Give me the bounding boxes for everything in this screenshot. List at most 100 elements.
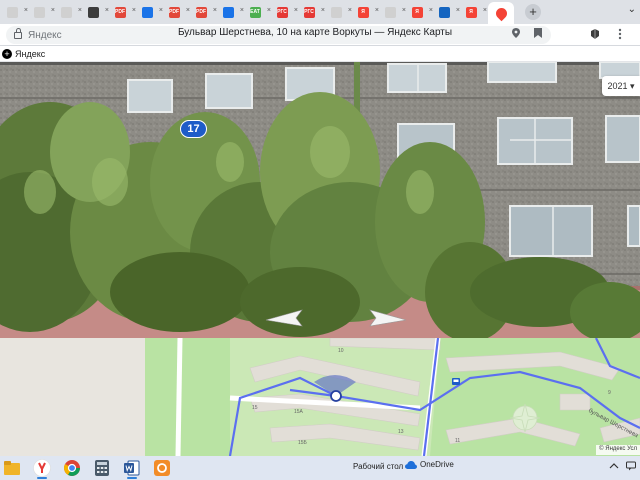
yandex-icon: Я: [357, 6, 369, 18]
browser-tab[interactable]: ×: [137, 3, 163, 21]
onedrive-label: OneDrive: [420, 460, 454, 469]
lock-icon: [14, 27, 22, 39]
map-label-building: 11: [455, 438, 461, 444]
windows-taskbar: Рабочий стол OneDrive: [0, 456, 640, 480]
browser-tab[interactable]: EAT ×: [245, 3, 271, 21]
close-tab-icon[interactable]: ×: [294, 7, 298, 14]
map-copyright[interactable]: © Яндекс Усл: [596, 445, 640, 455]
tab-search-icon[interactable]: ⌄: [628, 4, 636, 15]
file-icon: [87, 6, 99, 18]
browser-tab[interactable]: PDF ×: [110, 3, 136, 21]
close-tab-icon[interactable]: ×: [105, 7, 109, 14]
doc-icon: [330, 6, 342, 18]
system-tray: [609, 461, 636, 471]
mail-icon: [222, 6, 234, 18]
close-tab-icon[interactable]: ×: [159, 7, 163, 14]
maps-pin-icon: [493, 5, 509, 21]
map-label-building: 10: [338, 348, 344, 354]
taskbar-app-yandex-browser[interactable]: [30, 457, 54, 479]
close-tab-icon[interactable]: ×: [375, 7, 379, 14]
yandex-icon: Я: [411, 6, 423, 18]
chat-icon[interactable]: [626, 461, 636, 471]
close-tab-icon[interactable]: ×: [429, 7, 433, 14]
close-tab-icon[interactable]: ×: [132, 7, 136, 14]
close-tab-icon[interactable]: ×: [24, 7, 28, 14]
panorama-position-marker[interactable]: [330, 390, 342, 402]
yandex-browser-icon: [33, 459, 51, 477]
tab-strip: × × × × PDF × × PDF × PDF × × EAT × PГС × PГС × × Я × × Я × × Я × +…: [0, 0, 640, 24]
browser-tab[interactable]: ×: [56, 3, 82, 21]
browser-tab[interactable]: ×: [380, 3, 406, 21]
location-pin-icon[interactable]: [512, 28, 520, 38]
site-name: Яндекс: [28, 29, 62, 41]
browser-tab[interactable]: Я ×: [461, 3, 487, 21]
map-label-building: 15: [252, 405, 258, 411]
browser-tab[interactable]: ×: [326, 3, 352, 21]
doc-icon: [33, 6, 45, 18]
bookmarks-bar: + Яндекс: [0, 46, 640, 62]
browser-tab[interactable]: ×: [29, 3, 55, 21]
browser-tab[interactable]: PГС ×: [299, 3, 325, 21]
close-tab-icon[interactable]: ×: [348, 7, 352, 14]
close-tab-icon[interactable]: ×: [321, 7, 325, 14]
yandex-icon: Я: [465, 6, 477, 18]
chrome-icon: [64, 460, 80, 476]
browser-tab[interactable]: PDF ×: [164, 3, 190, 21]
mini-map[interactable]: 10 15 15А 15Б 13 11 9 бульвар Шерстнева …: [0, 338, 640, 456]
pgs-icon: PГС: [303, 6, 315, 18]
browser-tab[interactable]: [488, 2, 514, 24]
calculator-icon: [95, 460, 109, 476]
add-bookmark-icon[interactable]: +: [2, 48, 12, 59]
close-tab-icon[interactable]: ×: [483, 7, 487, 14]
panorama-image: [0, 62, 640, 338]
new-tab-button[interactable]: +: [525, 4, 541, 20]
menu-icon[interactable]: [614, 28, 626, 40]
browser-tab[interactable]: PГС ×: [272, 3, 298, 21]
close-tab-icon[interactable]: ×: [51, 7, 55, 14]
folder-icon: [4, 461, 20, 475]
map-label-building: 9: [608, 390, 611, 396]
close-tab-icon[interactable]: ×: [456, 7, 460, 14]
cloud-icon: [405, 460, 417, 469]
browser-tab[interactable]: ×: [218, 3, 244, 21]
browser-tab[interactable]: ×: [434, 3, 460, 21]
browser-tab[interactable]: ×: [83, 3, 109, 21]
street-panorama[interactable]: 2021 ▾ 17: [0, 62, 640, 338]
map-canvas: [0, 338, 640, 456]
bookmark-yandex[interactable]: Яндекс: [15, 49, 45, 59]
pdf-icon: PDF: [195, 6, 207, 18]
onedrive-status[interactable]: OneDrive: [405, 460, 454, 469]
map-label-building: 13: [398, 429, 404, 435]
close-tab-icon[interactable]: ×: [240, 7, 244, 14]
map-label-building: 15Б: [298, 440, 307, 446]
close-tab-icon[interactable]: ×: [402, 7, 406, 14]
pdf-icon: PDF: [114, 6, 126, 18]
globe-icon: [438, 6, 450, 18]
taskbar-app-calculator[interactable]: [90, 457, 114, 479]
browser-tab[interactable]: ×: [2, 3, 28, 21]
page-title: Бульвар Шерстнева, 10 на карте Воркуты —…: [177, 27, 453, 38]
browser-tab[interactable]: Я ×: [407, 3, 433, 21]
house-number-badge[interactable]: 17: [180, 120, 207, 138]
browser-tab[interactable]: PDF ×: [191, 3, 217, 21]
close-tab-icon[interactable]: ×: [267, 7, 271, 14]
word-icon: [124, 460, 140, 476]
close-tab-icon[interactable]: ×: [213, 7, 217, 14]
map-label-building: 15А: [294, 409, 303, 415]
taskbar-app-word[interactable]: [120, 457, 144, 479]
mail-icon: [141, 6, 153, 18]
bookmark-icon[interactable]: [534, 28, 542, 38]
panorama-year-select[interactable]: 2021 ▾: [602, 76, 640, 96]
taskbar-desktop-label[interactable]: Рабочий стол: [353, 462, 403, 471]
taskbar-app-explorer[interactable]: [0, 457, 24, 479]
taskbar-app-chrome[interactable]: [60, 457, 84, 479]
extension-icon[interactable]: [589, 28, 601, 40]
taskbar-app-pgs[interactable]: [150, 457, 174, 479]
chevron-up-icon[interactable]: [609, 461, 619, 471]
close-tab-icon[interactable]: ×: [78, 7, 82, 14]
browser-tab[interactable]: Я ×: [353, 3, 379, 21]
doc-icon: [60, 6, 72, 18]
close-tab-icon[interactable]: ×: [186, 7, 190, 14]
pgs-icon: PГС: [276, 6, 288, 18]
app-orange-icon: [154, 460, 170, 476]
